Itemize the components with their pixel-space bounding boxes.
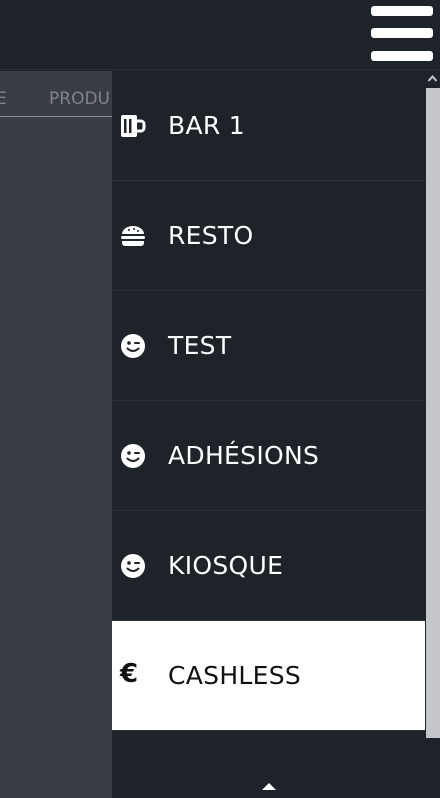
hamburger-menu-icon[interactable] <box>371 6 433 62</box>
wink-face-icon <box>120 443 146 469</box>
menu-item-label: TEST <box>168 331 232 360</box>
background-content-panel: E PRODU <box>0 71 112 798</box>
menu-item-label: BAR 1 <box>168 111 245 140</box>
menu-item-adhesions[interactable]: ADHÉSIONS <box>112 401 425 511</box>
side-menu: BAR 1 RESTO TEST ADHÉSIONS KIOSQUE € CAS… <box>112 71 425 798</box>
top-bar <box>0 0 440 70</box>
menu-item-kiosque[interactable]: KIOSQUE <box>112 511 425 621</box>
menu-item-label: RESTO <box>168 221 254 250</box>
wink-face-icon <box>120 553 146 579</box>
scrollbar-thumb[interactable] <box>426 88 440 738</box>
caret-up-icon[interactable] <box>254 777 284 797</box>
menu-item-label: KIOSQUE <box>168 551 284 580</box>
background-tabs: E PRODU <box>0 71 112 117</box>
scroll-up-arrow-icon[interactable] <box>425 71 440 87</box>
menu-item-label: CASHLESS <box>168 661 302 690</box>
tab-partial-left[interactable]: E <box>0 89 7 109</box>
tab-products[interactable]: PRODU <box>49 89 110 109</box>
menu-item-resto[interactable]: RESTO <box>112 181 425 291</box>
wink-face-icon <box>120 333 146 359</box>
burger-icon <box>120 223 146 249</box>
menu-item-label: ADHÉSIONS <box>168 441 320 470</box>
menu-scrollbar[interactable] <box>425 71 440 798</box>
menu-item-cashless[interactable]: € CASHLESS <box>112 621 425 731</box>
beer-mug-icon <box>120 113 146 139</box>
menu-item-bar-1[interactable]: BAR 1 <box>112 71 425 181</box>
euro-icon: € <box>120 659 139 689</box>
menu-item-test[interactable]: TEST <box>112 291 425 401</box>
